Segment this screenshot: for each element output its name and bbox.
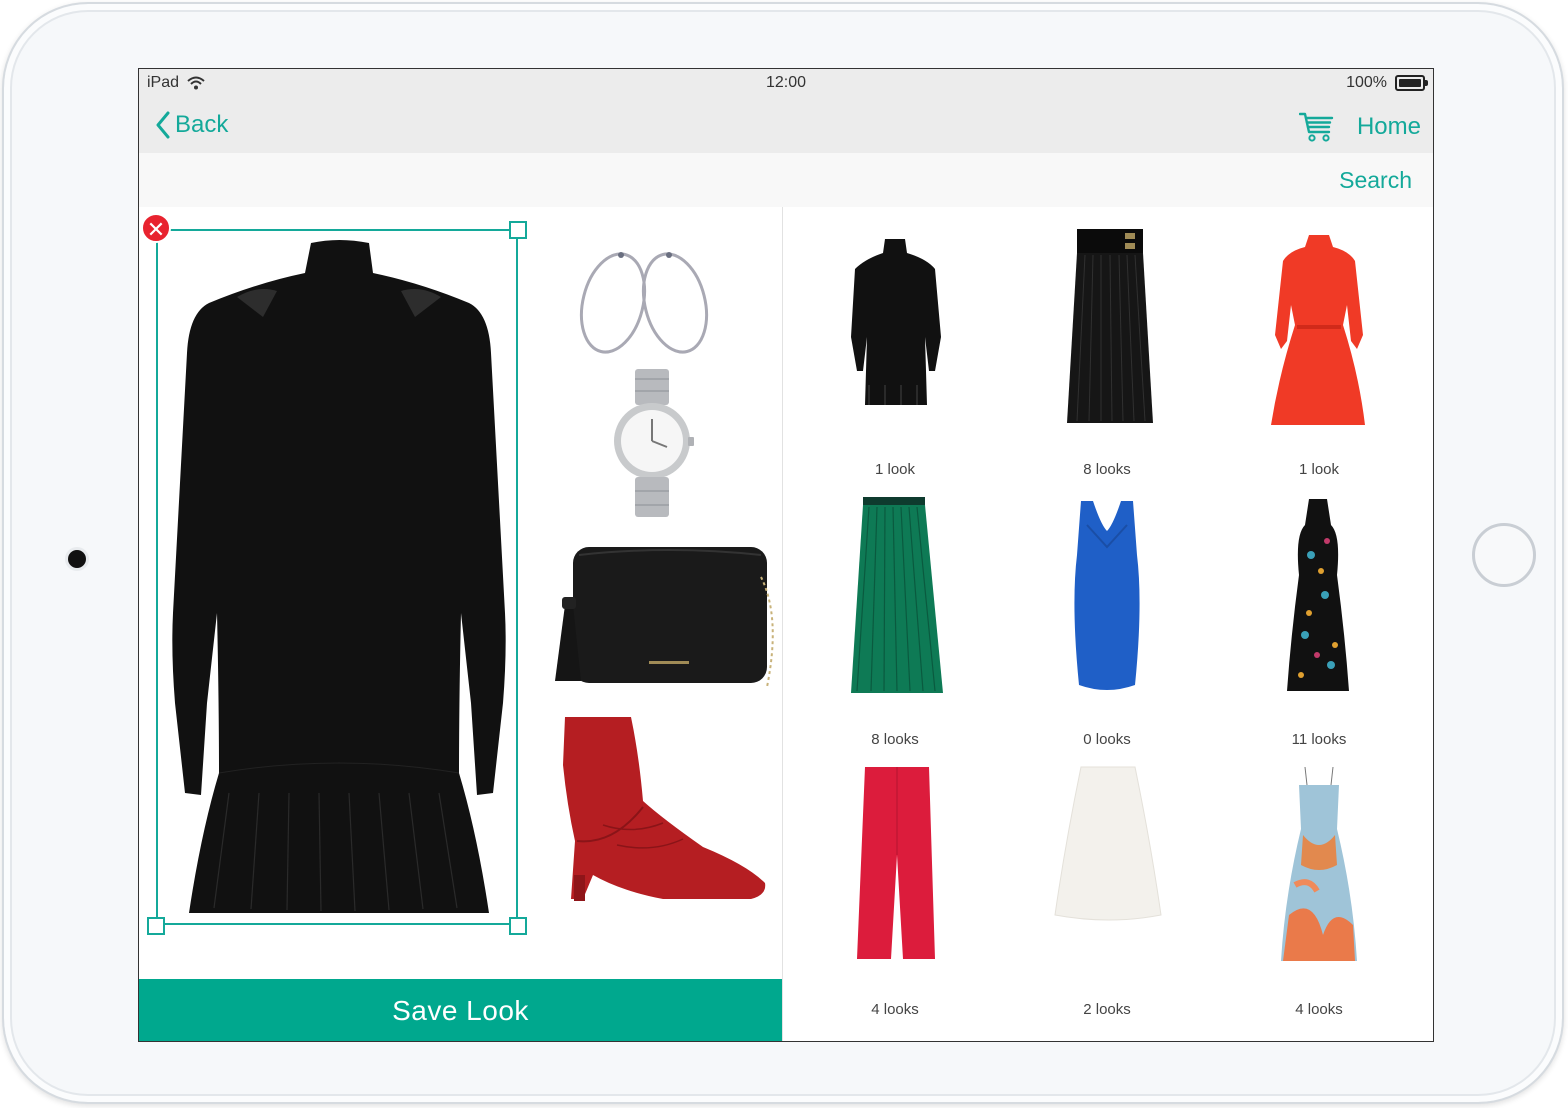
black-bag-item[interactable] bbox=[539, 537, 779, 693]
home-link[interactable]: Home bbox=[1357, 113, 1421, 141]
catalog-item-printed-strappy-dress[interactable]: 4 looks bbox=[1213, 765, 1425, 1031]
search-bar: Search bbox=[139, 153, 1433, 207]
look-count: 4 looks bbox=[871, 1001, 919, 1018]
black-skirt-image bbox=[1067, 229, 1153, 423]
selection-box bbox=[156, 229, 518, 925]
look-count: 11 looks bbox=[1291, 731, 1347, 748]
catalog-item-floral-black-dress[interactable]: 11 looks bbox=[1213, 495, 1425, 761]
blue-dress-image bbox=[1074, 501, 1140, 690]
green-skirt-image bbox=[851, 497, 943, 693]
look-count: 2 looks bbox=[1083, 1001, 1131, 1018]
search-button[interactable]: Search bbox=[1339, 167, 1412, 194]
look-count: 4 looks bbox=[1295, 1001, 1343, 1018]
resize-handle-bottom-left[interactable] bbox=[147, 917, 165, 935]
white-skirt-image bbox=[1054, 766, 1162, 921]
save-look-button[interactable]: Save Look bbox=[139, 979, 782, 1041]
floral-dress-image bbox=[1287, 499, 1349, 691]
look-count: 0 looks bbox=[1083, 731, 1131, 748]
red-dress-image bbox=[1271, 235, 1365, 425]
printed-dress-image bbox=[1281, 766, 1357, 961]
home-button[interactable] bbox=[1472, 523, 1536, 587]
catalog-item-black-pleated-skirt[interactable]: 8 looks bbox=[1001, 225, 1213, 491]
back-label: Back bbox=[175, 111, 229, 138]
look-count: 1 look bbox=[1298, 461, 1340, 478]
red-trousers-image bbox=[857, 767, 935, 959]
look-count: 8 looks bbox=[1083, 461, 1131, 478]
look-canvas[interactable]: ✕ Save Look bbox=[139, 207, 782, 1041]
black-sweater-image bbox=[851, 239, 941, 405]
catalog-item-red-trousers[interactable]: 4 looks bbox=[789, 765, 1001, 1031]
look-count: 1 look bbox=[874, 461, 916, 478]
back-button[interactable]: Back bbox=[155, 111, 228, 139]
battery-icon bbox=[1395, 75, 1428, 91]
hoop-earrings-item[interactable] bbox=[575, 247, 715, 359]
catalog-item-green-pleated-skirt[interactable]: 8 looks bbox=[789, 495, 1001, 761]
look-count: 8 looks bbox=[871, 731, 919, 748]
status-time: 12:00 bbox=[765, 74, 807, 91]
cart-icon[interactable] bbox=[1298, 111, 1335, 143]
red-boot-item[interactable] bbox=[543, 715, 769, 915]
navigation-bar: Back Home bbox=[139, 99, 1433, 153]
status-bar: iPad 12:00 100% bbox=[139, 69, 1433, 99]
catalog-item-red-dress[interactable]: 1 look bbox=[1213, 225, 1425, 491]
catalog-item-white-skirt[interactable]: 2 looks bbox=[1001, 765, 1213, 1031]
remove-item-button[interactable]: ✕ bbox=[141, 213, 171, 243]
battery-percent: 100% bbox=[1346, 74, 1387, 91]
chevron-left-icon bbox=[156, 111, 170, 139]
watch-item[interactable] bbox=[609, 367, 697, 519]
resize-handle-top-right[interactable] bbox=[509, 221, 527, 239]
camera-icon bbox=[68, 550, 86, 568]
resize-handle-bottom-right[interactable] bbox=[509, 917, 527, 935]
screen: iPad 12:00 100% Back Home Search ✕ Save … bbox=[138, 68, 1434, 1042]
catalog-item-black-sweater[interactable]: 1 look bbox=[789, 225, 1001, 491]
catalog-grid: 1 look 8 looks 1 look 8 looks 0 looks 11… bbox=[783, 207, 1433, 1041]
catalog-item-blue-dress[interactable]: 0 looks bbox=[1001, 495, 1213, 761]
